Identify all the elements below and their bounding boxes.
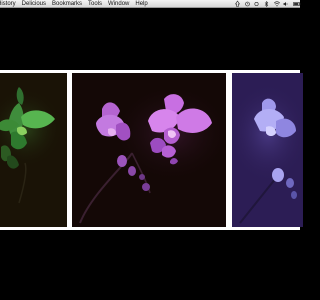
orchid-image-magenta	[79, 83, 226, 224]
wifi-icon[interactable]	[273, 0, 280, 8]
status-area	[232, 0, 301, 8]
menu-window[interactable]: Window	[105, 0, 132, 8]
orchid-photo-violet[interactable]	[232, 73, 303, 227]
menu-bar: HistoryDeliciousBookmarksToolsWindowHelp	[0, 0, 301, 8]
orchid-photo-magenta[interactable]	[72, 73, 226, 227]
orchid-image-green	[0, 87, 63, 204]
battery-icon[interactable]	[293, 0, 301, 8]
bluetooth-icon[interactable]	[264, 0, 269, 8]
shift-indicator-icon[interactable]	[234, 0, 241, 8]
menu-tools[interactable]: Tools	[85, 0, 105, 8]
orchid-image-violet	[232, 83, 303, 224]
orchid-photo-green[interactable]	[0, 73, 67, 227]
volume-icon[interactable]	[283, 0, 288, 8]
menu-delicious[interactable]: Delicious	[19, 0, 49, 8]
clock-icon[interactable]	[244, 0, 250, 8]
menu-help[interactable]: Help	[132, 0, 150, 8]
menu-bookmarks[interactable]: Bookmarks	[49, 0, 85, 8]
menu-items: HistoryDeliciousBookmarksToolsWindowHelp	[0, 0, 151, 8]
menu-history[interactable]: History	[0, 0, 19, 8]
sync-icon[interactable]	[254, 0, 259, 8]
